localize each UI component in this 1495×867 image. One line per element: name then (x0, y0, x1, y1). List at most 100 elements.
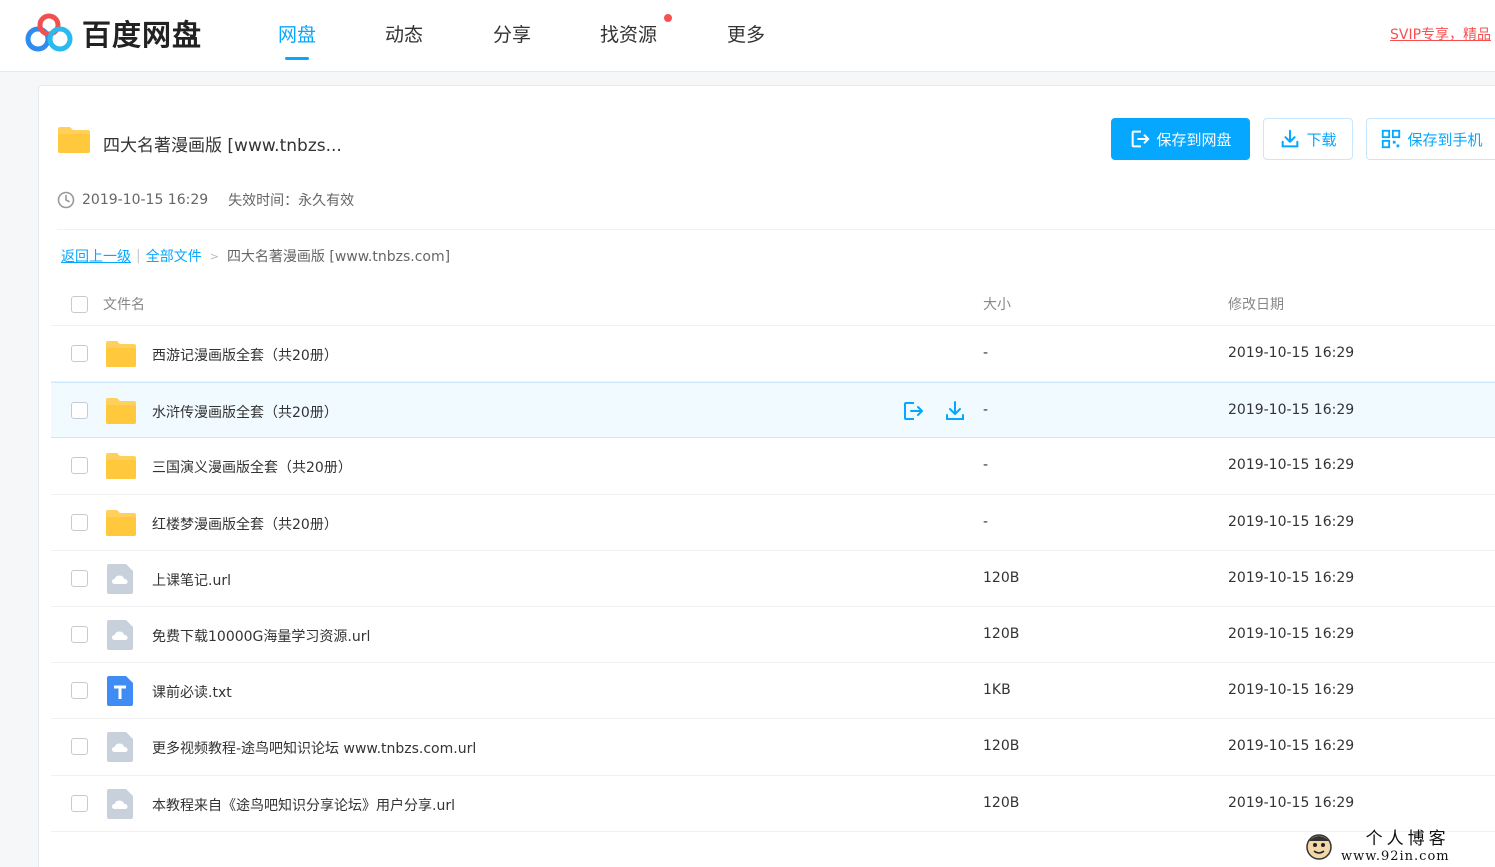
file-date: 2019-10-15 16:29 (1228, 682, 1355, 699)
divider (57, 229, 1495, 230)
file-size: 120B (983, 625, 1020, 642)
save-to-netdisk-button[interactable]: 保存到网盘 (1111, 118, 1250, 160)
breadcrumb-all-files-link[interactable]: 全部文件 (146, 246, 202, 266)
qr-code-icon (1382, 129, 1401, 149)
table-row[interactable]: 红楼梦漫画版全套（共20册） - 2019-10-15 16:29 (51, 495, 1495, 551)
file-date: 2019-10-15 16:29 (1228, 345, 1355, 361)
file-name[interactable]: 红楼梦漫画版全套（共20册） (152, 514, 338, 534)
url-file-icon (107, 732, 133, 763)
nav-tab-activity[interactable]: 动态 (385, 20, 423, 60)
save-to-disk-icon (1132, 130, 1150, 148)
file-date: 2019-10-15 16:29 (1228, 402, 1355, 419)
table-row[interactable]: 更多视频教程-途鸟吧知识论坛 www.tnbzs.com.url 120B 20… (51, 719, 1495, 776)
share-expire-time: 失效时间：永久有效 (228, 193, 355, 209)
table-row[interactable]: 本教程来自《途鸟吧知识分享论坛》用户分享.url 120B 2019-10-15… (51, 776, 1495, 832)
url-file-icon (107, 619, 133, 650)
url-file-icon (107, 563, 133, 594)
file-date: 2019-10-15 16:29 (1228, 569, 1355, 586)
file-size: - (983, 513, 989, 530)
table-row[interactable]: 免费下载10000G海量学习资源.url 120B 2019-10-15 16:… (51, 607, 1495, 664)
file-name[interactable]: 更多视频教程-途鸟吧知识论坛 www.tnbzs.com.url (152, 738, 476, 758)
row-checkbox[interactable] (71, 682, 88, 700)
save-to-phone-button[interactable]: 保存到手机 (1366, 118, 1495, 160)
folder-icon (106, 398, 136, 425)
blog-watermark: 个人博客 www.92in.com (1305, 826, 1495, 867)
file-name[interactable]: 课前必读.txt (152, 682, 232, 702)
file-size: 120B (983, 794, 1020, 811)
breadcrumb-arrow: > (209, 249, 219, 263)
file-size: 1KB (983, 682, 1011, 699)
row-checkbox[interactable] (71, 569, 88, 587)
table-row[interactable]: 西游记漫画版全套（共20册） - 2019-10-15 16:29 (51, 326, 1495, 383)
download-icon (1282, 129, 1299, 148)
file-name[interactable]: 水浒传漫画版全套（共20册） (152, 402, 338, 422)
file-date: 2019-10-15 16:29 (1228, 457, 1355, 474)
file-date: 2019-10-15 16:29 (1228, 513, 1355, 530)
file-size: 120B (983, 738, 1020, 755)
save-to-netdisk-label: 保存到网盘 (1156, 130, 1232, 149)
download-button[interactable]: 下载 (1263, 118, 1353, 160)
file-size: 120B (983, 569, 1020, 586)
watermark-title: 个人博客 (1365, 828, 1450, 849)
row-save-icon[interactable] (901, 399, 925, 423)
select-all-checkbox[interactable] (71, 296, 88, 313)
table-row[interactable]: 课前必读.txt 1KB 2019-10-15 16:29 (51, 663, 1495, 720)
row-checkbox[interactable] (71, 738, 88, 756)
url-file-icon (107, 788, 133, 819)
breadcrumb: 返回上一级 | 全部文件 > 四大名著漫画版 [www.tnbzs.com] (61, 246, 450, 266)
folder-icon (58, 127, 90, 153)
nav-tab-find-resources[interactable]: 找资源 (600, 20, 657, 60)
table-row[interactable]: 水浒传漫画版全套（共20册） - 2019-10-15 16:29 (51, 382, 1495, 439)
mascot-face-icon (1306, 833, 1332, 860)
save-to-phone-label: 保存到手机 (1407, 130, 1483, 149)
share-panel: 四大名著漫画版 [www.tnbzs... 保存到网盘 下载 保存到手机 201… (38, 85, 1495, 867)
top-navbar: 百度网盘 网盘 动态 分享 找资源 更多 SVIP专享，精品 (0, 0, 1495, 72)
row-checkbox[interactable] (71, 513, 88, 531)
file-size: - (983, 402, 989, 419)
row-checkbox[interactable] (71, 402, 88, 420)
nav-tab-more[interactable]: 更多 (727, 20, 765, 60)
nav-tab-share[interactable]: 分享 (493, 20, 531, 60)
file-date: 2019-10-15 16:29 (1228, 625, 1355, 642)
row-checkbox[interactable] (71, 457, 88, 475)
baidu-cloud-logo-icon (25, 13, 73, 52)
breadcrumb-separator: | (136, 248, 141, 264)
svip-promo-link[interactable]: SVIP专享，精品 (1390, 24, 1495, 44)
file-size: - (983, 345, 989, 361)
clock-icon (57, 191, 75, 209)
column-header-date[interactable]: 修改日期 (1228, 294, 1284, 314)
file-name[interactable]: 西游记漫画版全套（共20册） (152, 345, 338, 365)
file-name[interactable]: 免费下载10000G海量学习资源.url (152, 626, 370, 646)
file-name[interactable]: 本教程来自《途鸟吧知识分享论坛》用户分享.url (152, 795, 455, 815)
column-header-size[interactable]: 大小 (983, 294, 1011, 314)
file-date: 2019-10-15 16:29 (1228, 738, 1355, 755)
share-title: 四大名著漫画版 [www.tnbzs... (103, 136, 342, 156)
folder-icon (106, 341, 136, 367)
breadcrumb-current: 四大名著漫画版 [www.tnbzs.com] (226, 249, 451, 265)
file-date: 2019-10-15 16:29 (1228, 794, 1355, 811)
nav-tab-netdisk[interactable]: 网盘 (278, 20, 316, 60)
txt-file-icon (107, 676, 133, 707)
row-checkbox[interactable] (71, 345, 88, 362)
file-name[interactable]: 上课笔记.url (152, 570, 231, 590)
notification-dot (664, 14, 672, 22)
file-list: 西游记漫画版全套（共20册） - 2019-10-15 16:29 水浒传漫画版… (51, 326, 1495, 832)
share-meta: 2019-10-15 16:29 失效时间：永久有效 (57, 190, 354, 210)
folder-icon (106, 453, 136, 480)
download-label: 下载 (1306, 130, 1337, 149)
row-checkbox[interactable] (71, 794, 88, 812)
file-size: - (983, 457, 989, 474)
breadcrumb-back-link[interactable]: 返回上一级 (61, 246, 131, 266)
folder-icon (106, 509, 136, 536)
column-header-name[interactable]: 文件名 (103, 294, 145, 314)
table-row[interactable]: 三国演义漫画版全套（共20册） - 2019-10-15 16:29 (51, 438, 1495, 495)
watermark-url: www.92in.com (1341, 848, 1450, 864)
brand-name: 百度网盘 (82, 18, 203, 52)
row-actions (901, 399, 985, 423)
brand-logo[interactable]: 百度网盘 (24, 12, 202, 54)
table-header: 文件名 大小 修改日期 (51, 284, 1495, 326)
row-checkbox[interactable] (71, 625, 88, 643)
table-row[interactable]: 上课笔记.url 120B 2019-10-15 16:29 (51, 551, 1495, 607)
file-name[interactable]: 三国演义漫画版全套（共20册） (152, 457, 352, 477)
row-download-icon[interactable] (943, 399, 967, 423)
